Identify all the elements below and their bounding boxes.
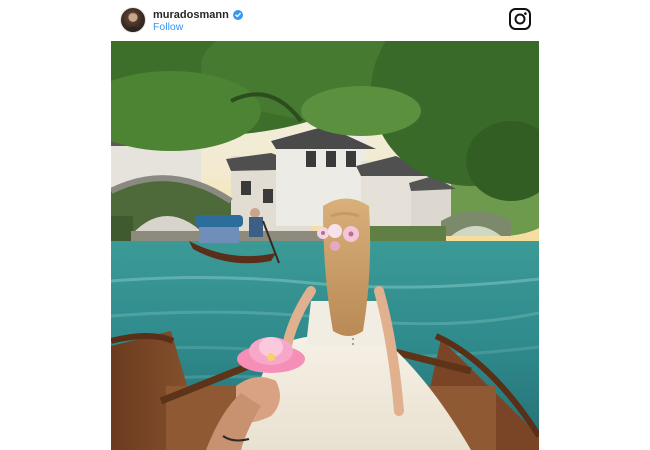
verified-badge-icon <box>232 10 243 20</box>
post-header: muradosmann Follow <box>111 0 539 40</box>
avatar[interactable] <box>120 7 146 33</box>
instagram-logo-icon[interactable] <box>508 7 532 31</box>
instagram-embed: muradosmann Follow <box>111 0 539 450</box>
username[interactable]: muradosmann <box>153 8 229 22</box>
post-photo[interactable] <box>111 41 539 450</box>
username-row: muradosmann <box>153 8 243 22</box>
follow-link[interactable]: Follow <box>153 21 183 33</box>
